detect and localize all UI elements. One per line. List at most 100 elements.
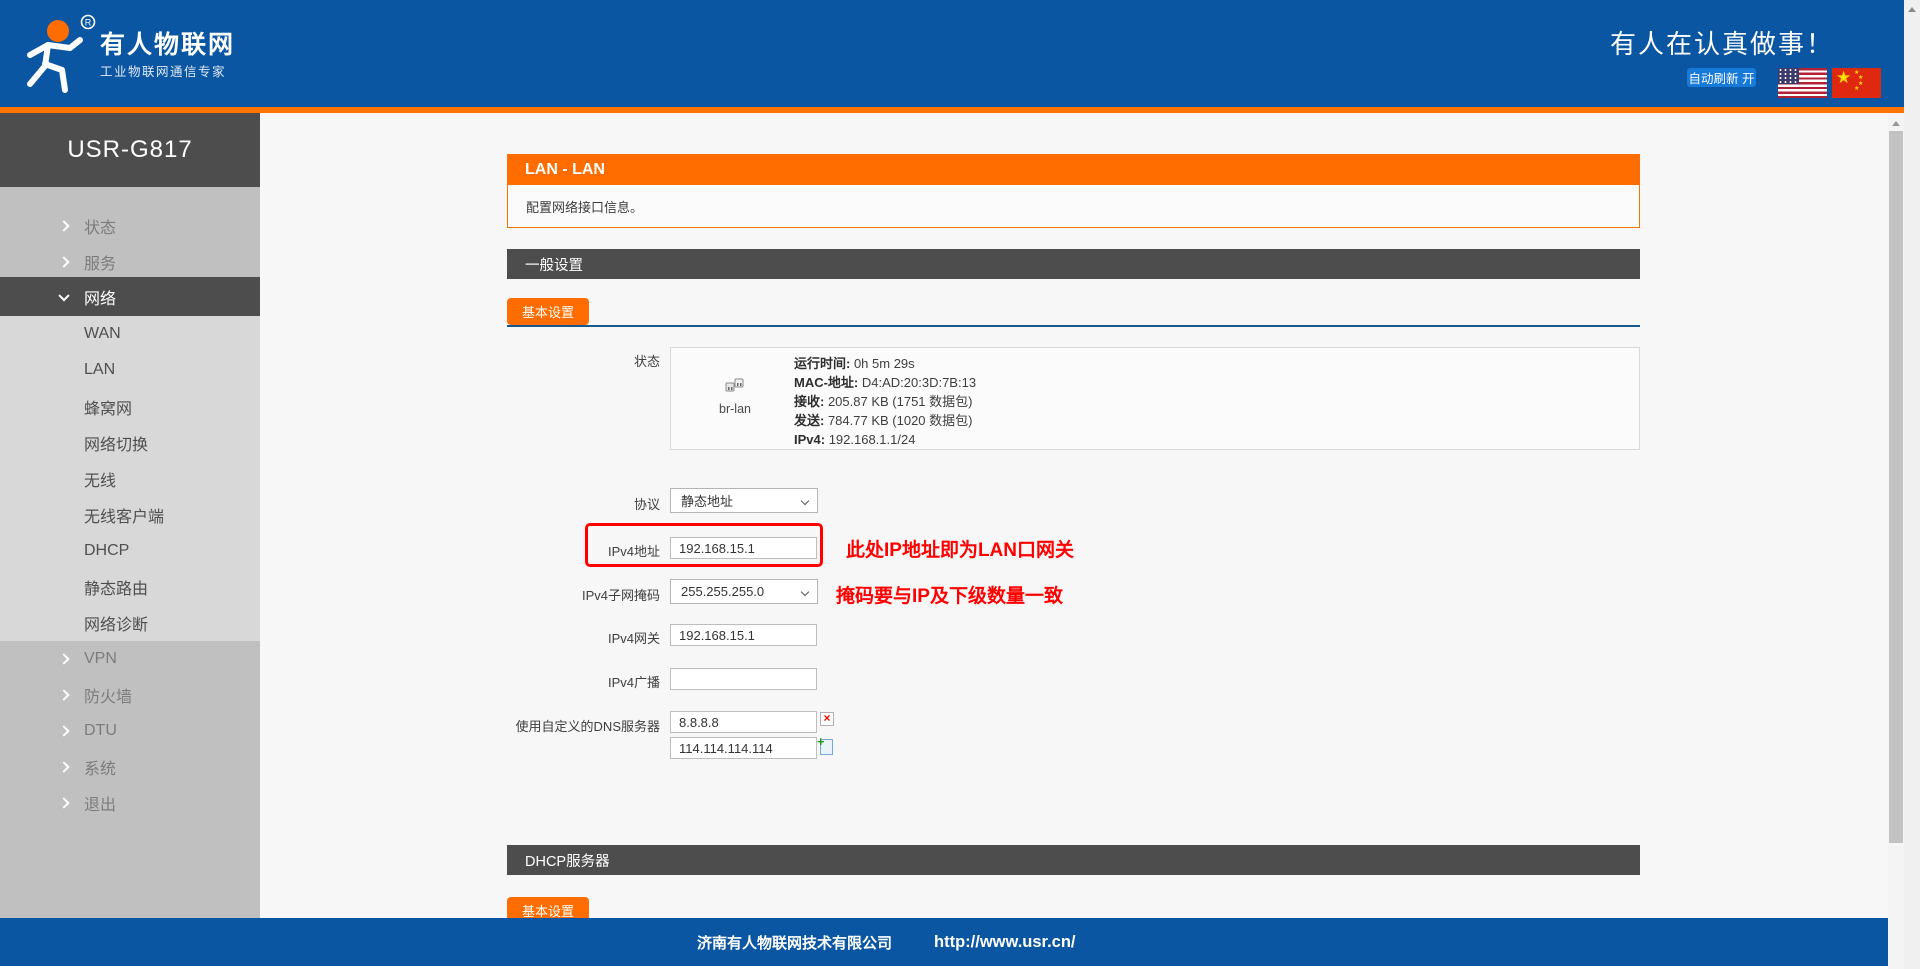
window-scroll-up-arrow-icon[interactable] — [1908, 7, 1916, 12]
interface-status-box: br-lan 运行时间: 0h 5m 29s MAC-地址: D4:AD:20:… — [670, 347, 1640, 450]
sidebar-item-label: 网络切换 — [84, 431, 148, 455]
netmask-selected-value: 255.255.255.0 — [681, 584, 764, 599]
sidebar: USR-G817 状态 服务 网络 WAN LAN 蜂窝网 网络切换 无线 无线… — [0, 113, 260, 918]
device-name-block: USR-G817 — [0, 113, 260, 187]
select-chevron-icon — [801, 588, 809, 596]
sidebar-item-static-routes[interactable]: 静态路由 — [0, 569, 260, 605]
sidebar-item-label: 无线客户端 — [84, 503, 164, 527]
sidebar-item-label: 网络诊断 — [84, 611, 148, 635]
sidebar-item-label: 状态 — [84, 214, 116, 238]
sidebar-item-wireless-client[interactable]: 无线客户端 — [0, 497, 260, 533]
sidebar-item-logout[interactable]: 退出 — [0, 785, 260, 821]
ipv4-netmask-select[interactable]: 255.255.255.0 — [670, 579, 818, 604]
sidebar-item-dtu[interactable]: DTU — [0, 713, 260, 749]
section-general-settings: 一般设置 — [507, 249, 1640, 279]
select-chevron-icon — [801, 497, 809, 505]
usr-logo-icon: R — [18, 10, 98, 98]
footer-url-link[interactable]: http://www.usr.cn/ — [934, 933, 1075, 952]
device-name: USR-G817 — [67, 136, 192, 164]
logo-subtitle: 工业物联网通信专家 — [100, 61, 226, 80]
chevron-right-icon — [58, 256, 69, 267]
sidebar-item-network-switch[interactable]: 网络切换 — [0, 425, 260, 461]
plus-glyph: + — [817, 734, 825, 749]
chevron-right-icon — [58, 725, 69, 736]
sidebar-item-label: WAN — [84, 325, 121, 343]
tab-basic-settings[interactable]: 基本设置 — [507, 298, 589, 325]
sidebar-item-label: DTU — [84, 722, 117, 740]
sidebar-item-label: 网络 — [84, 285, 116, 309]
ipv4-gateway-input[interactable] — [670, 624, 817, 646]
sidebar-item-label: 系统 — [84, 755, 116, 779]
sidebar-item-label: 服务 — [84, 250, 116, 274]
svg-text:R: R — [85, 18, 92, 28]
stat-tx: 发送: 784.77 KB (1020 数据包) — [794, 411, 976, 430]
sidebar-item-label: DHCP — [84, 542, 129, 560]
ipv4-broadcast-input[interactable] — [670, 668, 817, 690]
protocol-selected-value: 静态地址 — [681, 491, 733, 510]
sidebar-item-dhcp[interactable]: DHCP — [0, 533, 260, 569]
page-title: LAN - LAN — [507, 154, 1640, 185]
auto-refresh-button[interactable]: 自动刷新 开 — [1687, 68, 1756, 87]
cn-flag-star: ★ — [1836, 69, 1851, 86]
protocol-select[interactable]: 静态地址 — [670, 488, 818, 513]
sidebar-item-label: VPN — [84, 650, 117, 668]
mask-note-annotation: 掩码要与IP及下级数量一致 — [836, 581, 1063, 608]
content-scrollbar-track[interactable] — [1888, 113, 1904, 969]
ipv4-netmask-label: IPv4子网掩码 — [460, 585, 660, 604]
sidebar-item-firewall[interactable]: 防火墙 — [0, 677, 260, 713]
ipv4-gateway-label: IPv4网关 — [460, 628, 660, 647]
remove-dns-icon[interactable]: × — [820, 712, 834, 726]
main-content-area — [260, 113, 1888, 918]
sidebar-item-services[interactable]: 服务 — [0, 244, 260, 280]
interface-icon — [725, 381, 745, 398]
sidebar-item-lan[interactable]: LAN — [0, 352, 260, 388]
tab-underline — [507, 325, 1640, 327]
sidebar-item-label: 退出 — [84, 791, 116, 815]
sidebar-item-diagnostics[interactable]: 网络诊断 — [0, 605, 260, 641]
sidebar-item-cellular[interactable]: 蜂窝网 — [0, 389, 260, 425]
cn-flag-star-small: ★ — [1854, 86, 1859, 92]
sidebar-item-wireless[interactable]: 无线 — [0, 461, 260, 497]
chevron-down-icon — [58, 290, 69, 301]
ipv4-address-input[interactable] — [670, 537, 817, 559]
sidebar-item-network[interactable]: 网络 — [0, 277, 260, 316]
stat-ipv4: IPv4: 192.168.1.1/24 — [794, 430, 976, 449]
sidebar-item-vpn[interactable]: VPN — [0, 641, 260, 677]
stat-uptime: 运行时间: 0h 5m 29s — [794, 354, 976, 373]
header-bar: R 有人物联网 工业物联网通信专家 有人在认真做事！ 自动刷新 开 ★ ★ ★ … — [0, 0, 1904, 107]
scroll-up-arrow-icon[interactable] — [1892, 121, 1900, 126]
us-flag-icon[interactable] — [1778, 68, 1827, 98]
footer-company: 济南有人物联网技术有限公司 — [697, 932, 892, 953]
dns-server-input-1[interactable] — [670, 711, 817, 733]
chevron-right-icon — [58, 689, 69, 700]
stat-mac: MAC-地址: D4:AD:20:3D:7B:13 — [794, 373, 976, 392]
footer-bar: 济南有人物联网技术有限公司 http://www.usr.cn/ — [0, 918, 1888, 966]
logo-title: 有人物联网 — [100, 25, 235, 61]
custom-dns-label: 使用自定义的DNS服务器 — [440, 716, 660, 735]
screen: R 有人物联网 工业物联网通信专家 有人在认真做事！ 自动刷新 开 ★ ★ ★ … — [0, 0, 1920, 969]
sidebar-item-label: 防火墙 — [84, 683, 132, 707]
cn-flag-icon[interactable]: ★ ★ ★ ★ ★ — [1832, 68, 1881, 98]
sidebar-item-label: LAN — [84, 361, 115, 379]
chevron-right-icon — [58, 761, 69, 772]
chevron-right-icon — [58, 220, 69, 231]
window-scrollbar-track[interactable] — [1904, 0, 1920, 969]
chevron-right-icon — [58, 797, 69, 808]
sidebar-item-system[interactable]: 系统 — [0, 749, 260, 785]
status-label: 状态 — [460, 351, 660, 370]
chevron-right-icon — [58, 653, 69, 664]
stat-rx: 接收: 205.87 KB (1751 数据包) — [794, 392, 976, 411]
add-dns-icon[interactable]: + — [820, 739, 833, 755]
sidebar-item-status[interactable]: 状态 — [0, 208, 260, 244]
sidebar-item-label: 无线 — [84, 467, 116, 491]
page-description: 配置网络接口信息。 — [507, 185, 1640, 228]
us-flag-canton — [1778, 68, 1799, 84]
sidebar-item-wan[interactable]: WAN — [0, 316, 260, 352]
content-scrollbar-thumb[interactable] — [1889, 131, 1903, 843]
interface-name: br-lan — [707, 402, 763, 416]
sidebar-item-label: 蜂窝网 — [84, 395, 132, 419]
protocol-label: 协议 — [460, 494, 660, 513]
sidebar-item-label: 静态路由 — [84, 575, 148, 599]
ip-note-annotation: 此处IP地址即为LAN口网关 — [846, 535, 1074, 562]
dns-server-input-2[interactable] — [670, 737, 817, 759]
